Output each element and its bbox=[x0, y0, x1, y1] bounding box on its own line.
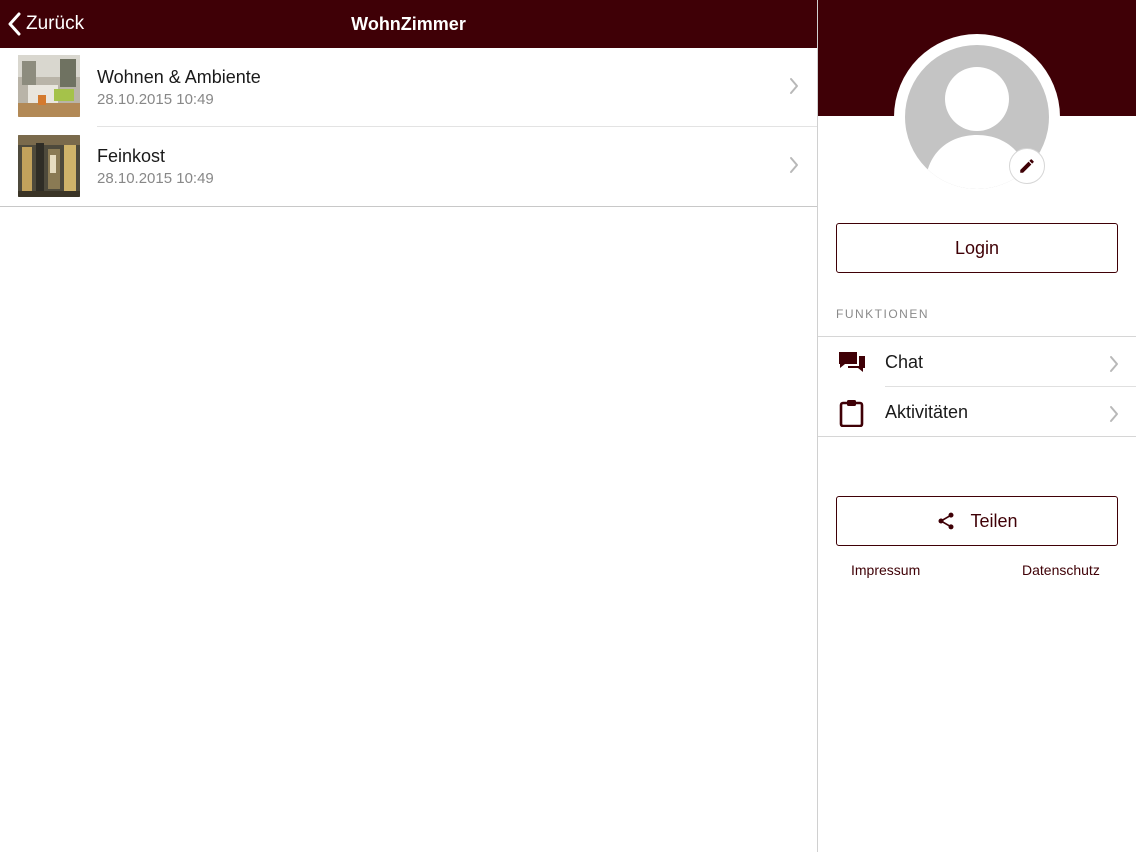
navigation-bar: Zurück WohnZimmer bbox=[0, 0, 817, 48]
pencil-icon bbox=[1020, 159, 1034, 173]
back-button-label: Zurück bbox=[26, 13, 85, 34]
menu-item-chat[interactable]: Chat bbox=[818, 337, 1136, 387]
back-button[interactable]: Zurück bbox=[8, 0, 84, 48]
functions-menu: Chat Aktivitäten bbox=[818, 336, 1136, 437]
category-list: Wohnen & Ambiente 28.10.2015 10:49 Feink… bbox=[0, 48, 817, 207]
share-button[interactable]: Teilen bbox=[836, 496, 1118, 546]
list-item-date: 28.10.2015 10:49 bbox=[97, 170, 214, 187]
sidebar: Login FUNKTIONEN Chat Aktivitäten Teilen… bbox=[817, 0, 1136, 852]
list-item-title: Feinkost bbox=[97, 146, 166, 166]
main-pane: Zurück WohnZimmer Wohnen & Ambiente 28.1… bbox=[0, 0, 817, 852]
room-photo-thumbnail bbox=[18, 55, 80, 117]
menu-item-aktivitaeten[interactable]: Aktivitäten bbox=[818, 387, 1136, 437]
list-item-wohnen-ambiente[interactable]: Wohnen & Ambiente 28.10.2015 10:49 bbox=[0, 48, 817, 127]
impressum-link[interactable]: Impressum bbox=[851, 562, 920, 578]
login-button[interactable]: Login bbox=[836, 223, 1118, 273]
datenschutz-link[interactable]: Datenschutz bbox=[1022, 562, 1100, 578]
share-button-label: Teilen bbox=[970, 510, 1018, 531]
list-item-feinkost[interactable]: Feinkost 28.10.2015 10:49 bbox=[0, 127, 817, 207]
share-icon bbox=[938, 512, 954, 530]
list-item-title: Wohnen & Ambiente bbox=[97, 67, 261, 87]
chevron-right-icon bbox=[1110, 356, 1118, 372]
edit-avatar-button[interactable] bbox=[1009, 148, 1045, 184]
shop-photo-thumbnail bbox=[18, 135, 80, 197]
chevron-left-icon bbox=[8, 12, 21, 36]
chevron-right-icon bbox=[790, 157, 798, 173]
clipboard-icon bbox=[839, 400, 864, 427]
chat-bubbles-icon bbox=[839, 352, 865, 372]
menu-bottom-border bbox=[818, 436, 1136, 437]
chevron-right-icon bbox=[790, 78, 798, 94]
menu-item-label: Chat bbox=[885, 352, 924, 372]
list-bottom-border bbox=[0, 206, 817, 207]
menu-item-label: Aktivitäten bbox=[885, 402, 969, 422]
list-item-date: 28.10.2015 10:49 bbox=[97, 91, 214, 108]
chevron-right-icon bbox=[1110, 406, 1118, 422]
page-title: WohnZimmer bbox=[351, 14, 466, 34]
section-label-funktionen: FUNKTIONEN bbox=[836, 307, 929, 321]
